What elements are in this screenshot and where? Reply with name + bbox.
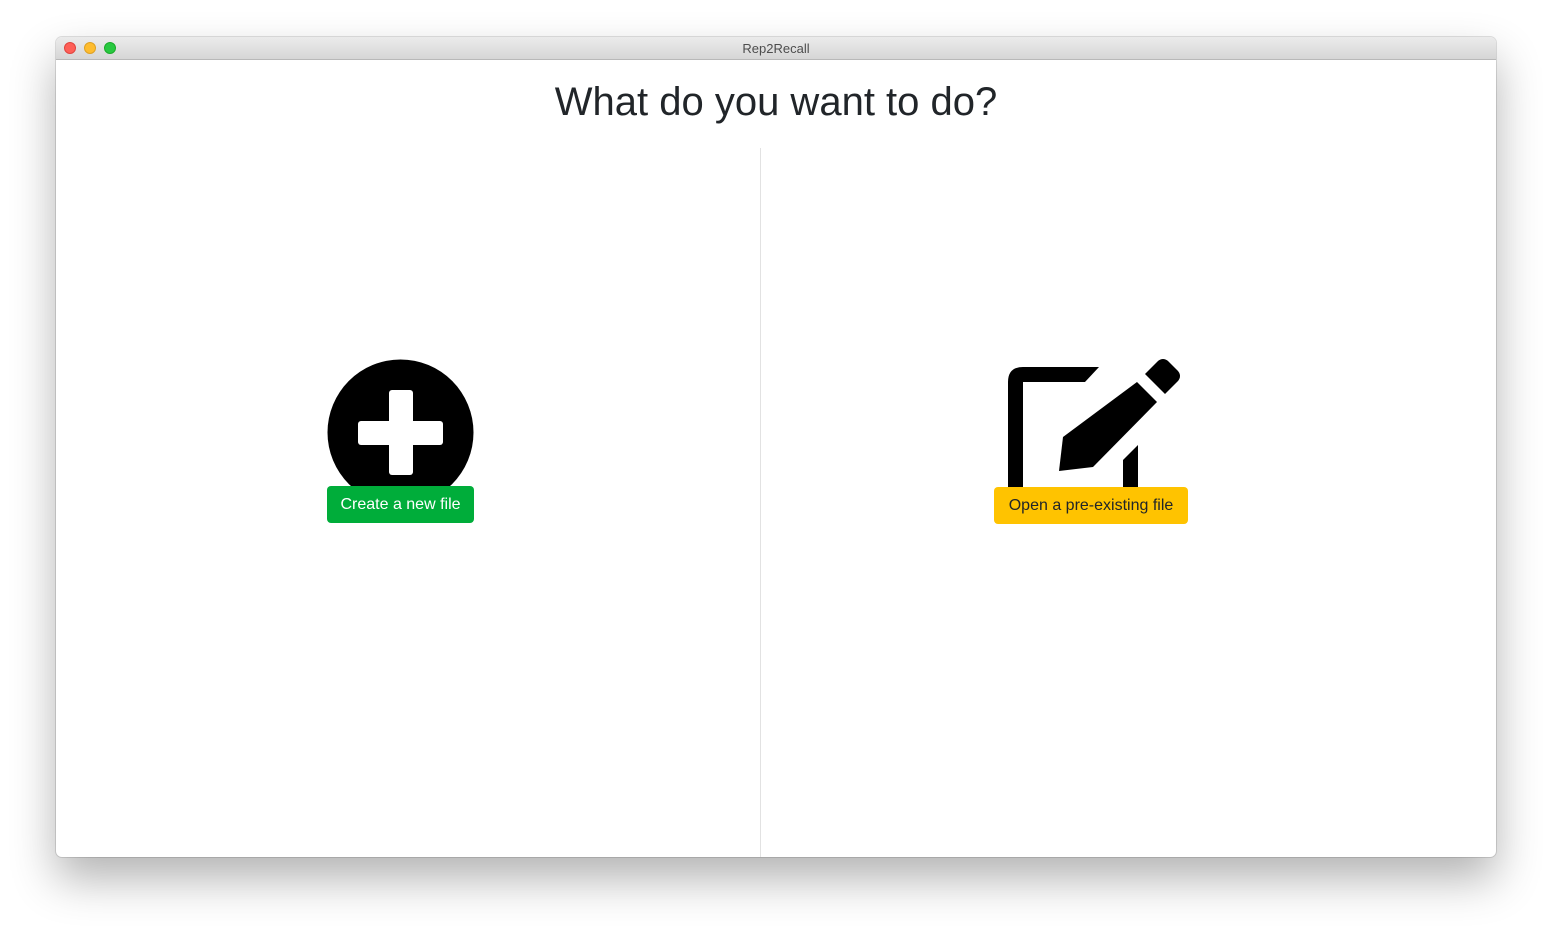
create-panel: Create a new file	[56, 148, 760, 857]
open-panel: Open a pre-existing file	[761, 148, 1496, 857]
plus-circle-icon[interactable]	[327, 359, 474, 506]
main-content: What do you want to do? Create a new fil…	[56, 60, 1496, 857]
page-title: What do you want to do?	[554, 80, 998, 124]
app-window: Rep2Recall What do you want to do? Creat…	[56, 37, 1496, 857]
title-bar[interactable]: Rep2Recall	[56, 37, 1496, 60]
window-title: Rep2Recall	[742, 41, 810, 56]
open-existing-file-button[interactable]: Open a pre-existing file	[994, 487, 1188, 524]
create-new-file-button[interactable]: Create a new file	[327, 486, 474, 523]
